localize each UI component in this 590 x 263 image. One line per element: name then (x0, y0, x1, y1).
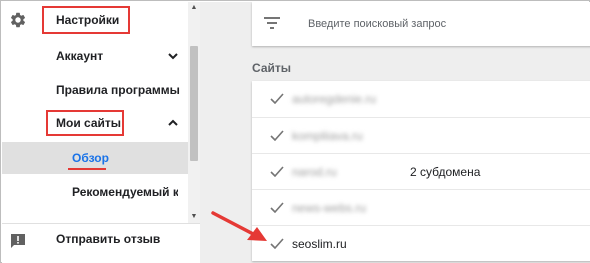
gear-icon (11, 12, 26, 28)
feedback-icon (11, 234, 25, 248)
site-row[interactable]: news-webs.ru (252, 189, 590, 225)
window-frame: Настройки Аккаунт Правила программы Мои … (0, 0, 590, 263)
highlight-underline (68, 168, 106, 170)
chevron-up-icon[interactable] (167, 117, 179, 129)
sidebar-item-label: Мои сайты (56, 116, 122, 130)
check-icon (270, 93, 284, 104)
check-icon (270, 166, 284, 177)
site-name: autoregdenie.ru (292, 92, 377, 106)
send-feedback-link[interactable]: Отправить отзыв (2, 223, 200, 263)
sidebar-item-recommended-code[interactable]: Рекомендуемый ко... (2, 178, 189, 206)
site-row[interactable]: kompliiava.ru (252, 117, 590, 153)
sidebar-item-overview[interactable]: Обзор (2, 142, 189, 174)
search-bar (252, 2, 590, 46)
sidebar-item-label: Настройки (56, 13, 120, 27)
site-name: news-webs.ru (292, 201, 367, 215)
red-arrow-annotation (211, 211, 267, 241)
sidebar-item-account[interactable]: Аккаунт (2, 42, 189, 70)
sidebar-item-label: Рекомендуемый ко... (72, 185, 178, 199)
sites-section-title: Сайты (252, 61, 291, 75)
sidebar-item-settings[interactable]: Настройки (2, 2, 189, 38)
sidebar-item-label: Обзор (72, 151, 109, 165)
site-row[interactable]: narod.ru 2 субдомена (252, 153, 590, 189)
site-name: kompliiava.ru (292, 129, 363, 143)
sidebar: Настройки Аккаунт Правила программы Мои … (2, 2, 200, 263)
site-row[interactable]: seoslim.ru (252, 225, 590, 261)
scroll-up-arrow-icon[interactable]: ▲ (188, 2, 200, 14)
sites-list: autoregdenie.ru kompliiava.ru narod.ru 2… (252, 81, 590, 261)
sidebar-scrollbar[interactable]: ▲ ▼ (188, 2, 200, 223)
sidebar-item-label: Правила программы (56, 83, 180, 97)
sidebar-item-my-sites[interactable]: Мои сайты (2, 109, 189, 137)
site-name: narod.ru (292, 165, 337, 179)
check-icon (270, 202, 284, 213)
check-icon (270, 238, 284, 249)
check-icon (270, 130, 284, 141)
filter-icon[interactable] (264, 17, 280, 29)
sidebar-item-label: Аккаунт (56, 49, 104, 63)
chevron-down-icon[interactable] (167, 50, 179, 62)
subdomain-count: 2 субдомена (410, 165, 481, 179)
search-input[interactable] (308, 15, 590, 33)
sidebar-item-program-rules[interactable]: Правила программы (2, 76, 189, 104)
feedback-label: Отправить отзыв (56, 232, 161, 246)
site-row[interactable]: autoregdenie.ru (252, 81, 590, 117)
site-name: seoslim.ru (292, 237, 347, 251)
scrollbar-thumb[interactable] (190, 46, 198, 161)
scroll-down-arrow-icon[interactable]: ▼ (188, 211, 200, 223)
